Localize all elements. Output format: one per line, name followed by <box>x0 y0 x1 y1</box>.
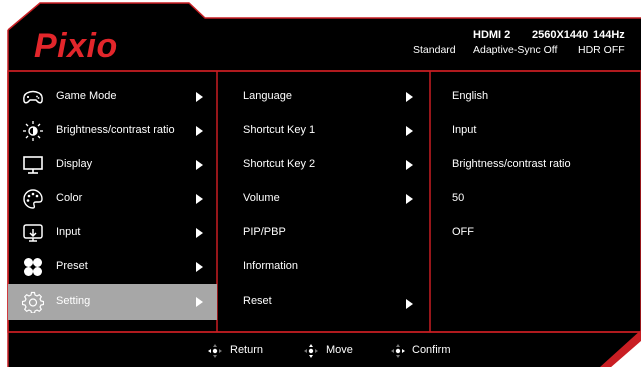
pip-pbp-value: OFF <box>452 226 474 238</box>
submenu-item-label: Language <box>243 90 292 102</box>
submenu-item-volume[interactable]: Volume <box>217 182 430 216</box>
brightness-icon <box>23 121 43 141</box>
submenu-item-shortcut-key-2[interactable]: Shortcut Key 2 <box>217 148 430 182</box>
shortcut-key-2-value: Brightness/contrast ratio <box>452 158 571 170</box>
picture-mode-status: Standard <box>413 44 456 56</box>
menu-item-label: Game Mode <box>56 90 117 102</box>
pixio-logo: Pixio <box>34 27 118 65</box>
shortcut-key-1-value: Input <box>452 124 477 136</box>
dpad-up-down-icon <box>304 344 318 358</box>
dpad-left-icon <box>208 344 222 358</box>
adaptive-sync-status: Adaptive-Sync Off <box>473 44 558 56</box>
menu-item-display[interactable]: Display <box>8 148 217 182</box>
chevron-right-icon <box>196 262 203 272</box>
menu-item-label: Preset <box>56 260 88 272</box>
submenu-item-shortcut-key-1[interactable]: Shortcut Key 1 <box>217 114 430 148</box>
dpad-right-icon <box>391 344 405 358</box>
osd-menu: Pixio HDMI 2 2560X1440 144Hz Standard Ad… <box>0 0 641 367</box>
return-hint[interactable]: Return <box>230 344 263 356</box>
menu-item-game-mode[interactable]: Game Mode <box>8 80 217 114</box>
chevron-right-icon <box>406 299 413 309</box>
chevron-right-icon <box>406 160 413 170</box>
preset-icon <box>24 258 42 276</box>
gear-icon <box>22 291 44 313</box>
move-hint[interactable]: Move <box>326 344 353 356</box>
resolution-status: 2560X1440 <box>532 29 589 41</box>
submenu-item-pip-pbp[interactable]: PIP/PBP <box>217 216 430 250</box>
menu-item-label: Input <box>56 226 81 238</box>
volume-value: 50 <box>452 192 465 204</box>
language-value: English <box>452 90 489 102</box>
gamepad-icon <box>23 90 43 104</box>
menu-item-color[interactable]: Color <box>8 182 217 216</box>
menu-item-brightness[interactable]: Brightness/contrast ratio <box>8 114 217 148</box>
display-icon <box>23 156 43 174</box>
submenu-item-label: Shortcut Key 2 <box>243 158 316 170</box>
confirm-hint[interactable]: Confirm <box>412 344 451 356</box>
chevron-right-icon <box>196 194 203 204</box>
hdr-status: HDR OFF <box>578 44 625 56</box>
palette-icon <box>23 189 43 209</box>
chevron-right-icon <box>406 126 413 136</box>
input-icon <box>23 224 43 242</box>
menu-item-label: Brightness/contrast ratio <box>56 124 175 136</box>
input-source-status: HDMI 2 <box>473 29 511 41</box>
chevron-right-icon <box>196 92 203 102</box>
menu-item-label: Setting <box>56 295 91 307</box>
submenu-item-information[interactable]: Information <box>217 250 430 284</box>
submenu-item-language[interactable]: Language <box>217 80 430 114</box>
submenu-item-reset[interactable]: Reset <box>217 285 430 319</box>
chevron-right-icon <box>196 228 203 238</box>
submenu-item-label: PIP/PBP <box>243 226 286 238</box>
chevron-right-icon <box>196 160 203 170</box>
chevron-right-icon <box>406 92 413 102</box>
chevron-right-icon <box>196 297 203 307</box>
menu-item-setting[interactable]: Setting <box>8 285 217 319</box>
submenu-item-label: Shortcut Key 1 <box>243 124 316 136</box>
submenu-item-label: Reset <box>243 295 272 307</box>
chevron-right-icon <box>196 126 203 136</box>
refresh-rate-status: 144Hz <box>593 29 625 41</box>
menu-item-input[interactable]: Input <box>8 216 217 250</box>
menu-item-preset[interactable]: Preset <box>8 250 217 284</box>
chevron-right-icon <box>406 194 413 204</box>
submenu-item-label: Volume <box>243 192 280 204</box>
menu-item-label: Display <box>56 158 93 170</box>
menu-item-label: Color <box>56 192 83 204</box>
submenu-item-label: Information <box>243 260 299 272</box>
